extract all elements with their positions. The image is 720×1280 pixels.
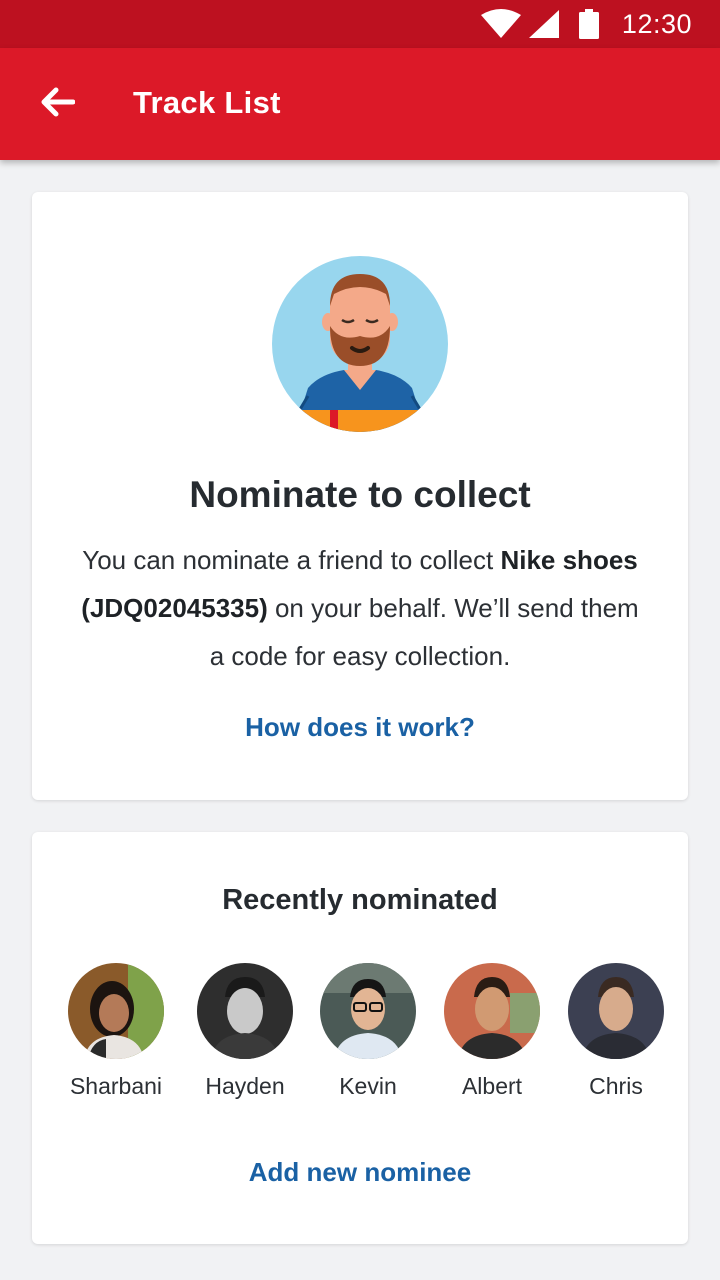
status-time: 12:30	[621, 8, 692, 39]
avatar	[444, 963, 540, 1059]
cell-signal-icon	[528, 9, 560, 39]
nominate-description: You can nominate a friend to collect Nik…	[80, 536, 640, 680]
arrow-left-icon	[41, 87, 76, 122]
nominee-hayden[interactable]: Hayden	[183, 963, 307, 1100]
nominee-list: Sharbani Hayden Kevin Albert Chris	[32, 963, 688, 1113]
nominee-chris[interactable]: Chris	[554, 963, 678, 1100]
nominee-sharbani[interactable]: Sharbani	[54, 963, 178, 1100]
app-bar: Track List	[0, 48, 720, 160]
nominee-name: Albert	[461, 1073, 523, 1099]
desc-suffix: on your behalf. We’ll send them a code f…	[209, 593, 639, 671]
nominee-kevin[interactable]: Kevin	[306, 963, 430, 1100]
page-title: Track List	[133, 85, 281, 120]
add-new-nominee-link[interactable]: Add new nominee	[32, 1157, 688, 1188]
nominee-name: Chris	[589, 1073, 643, 1099]
bearded-man-illustration	[272, 256, 448, 432]
avatar	[320, 963, 416, 1059]
recently-nominated-card: Recently nominated Sharbani Hayden Kevin…	[32, 832, 688, 1244]
nominate-card: Nominate to collect You can nominate a f…	[32, 192, 688, 800]
back-button[interactable]	[28, 74, 88, 134]
status-bar: 12:30	[0, 0, 720, 48]
nominate-title: Nominate to collect	[189, 474, 531, 515]
desc-prefix: You can nominate a friend to collect	[82, 545, 501, 575]
nominee-albert[interactable]: Albert	[430, 963, 554, 1100]
wifi-icon	[480, 9, 522, 39]
recently-nominated-title: Recently nominated	[222, 884, 498, 916]
avatar	[68, 963, 164, 1059]
nominee-name: Kevin	[339, 1073, 397, 1099]
nominee-name: Hayden	[205, 1073, 285, 1099]
nominee-name: Sharbani	[69, 1073, 163, 1099]
battery-icon	[578, 9, 600, 39]
how-does-it-work-link[interactable]: How does it work?	[32, 712, 688, 743]
avatar	[197, 963, 293, 1059]
avatar	[568, 963, 664, 1059]
